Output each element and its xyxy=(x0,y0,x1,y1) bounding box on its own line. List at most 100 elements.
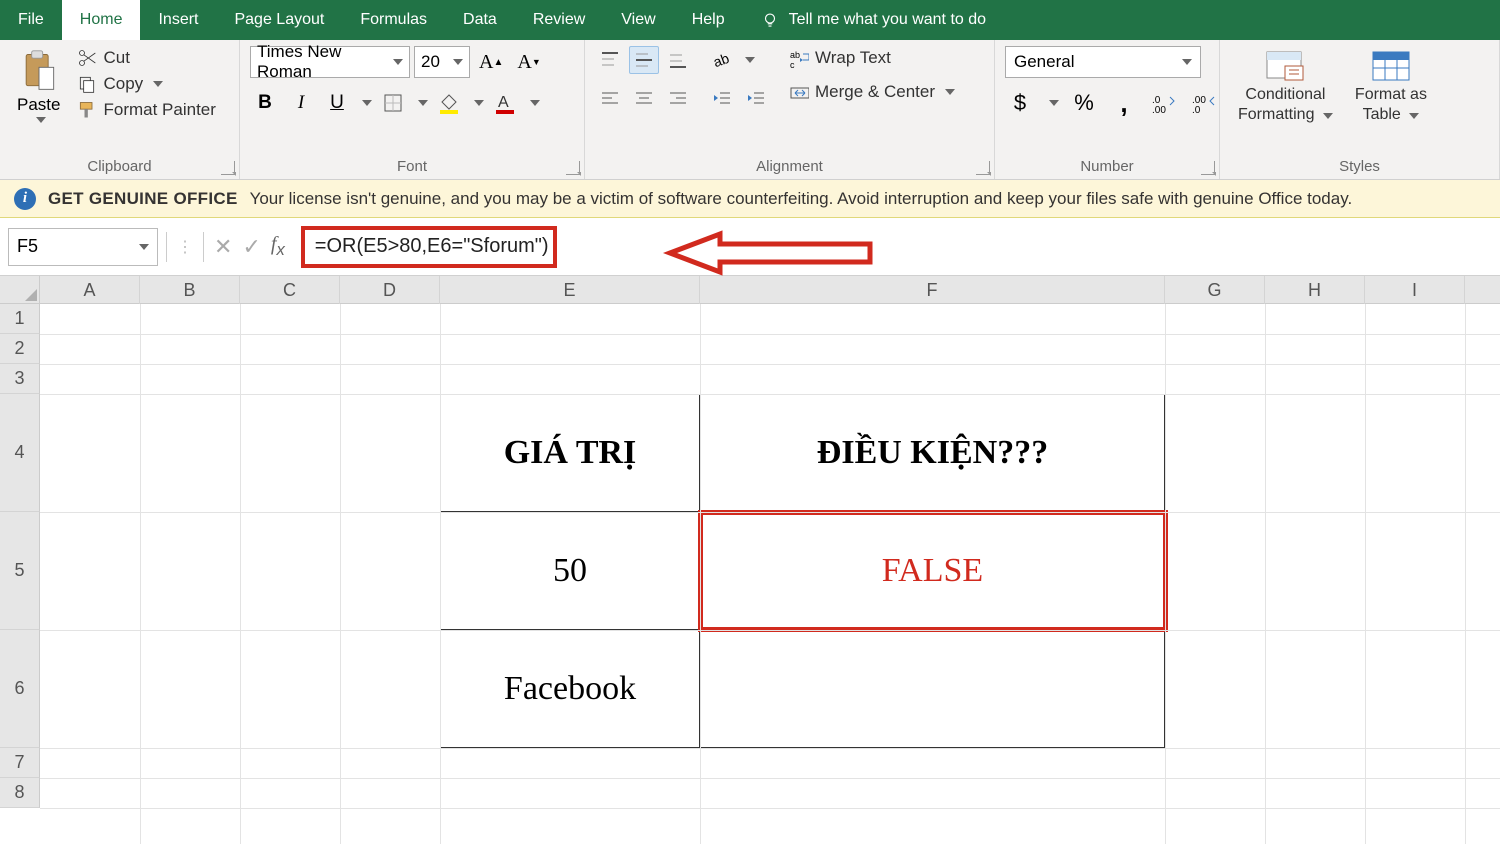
row-header-3[interactable]: 3 xyxy=(0,364,40,394)
group-label-clipboard: Clipboard xyxy=(10,156,229,177)
chevron-down-icon[interactable] xyxy=(418,100,428,106)
tab-home[interactable]: Home xyxy=(62,0,141,40)
row-header-8[interactable]: 8 xyxy=(0,778,40,808)
row-header-5[interactable]: 5 xyxy=(0,512,40,630)
font-launcher[interactable] xyxy=(566,161,580,175)
chevron-down-icon[interactable] xyxy=(745,57,755,63)
accept-formula-button[interactable]: ✓ xyxy=(242,234,260,260)
align-top-button[interactable] xyxy=(595,46,625,74)
cells-area[interactable]: GIÁ TRỊ ĐIỀU KIỆN??? 50 FALSE Facebook xyxy=(40,304,1500,844)
decrease-indent-button[interactable] xyxy=(707,84,737,112)
underline-button[interactable]: U xyxy=(322,88,352,118)
tab-page-layout[interactable]: Page Layout xyxy=(216,0,342,40)
orientation-button[interactable]: ab xyxy=(707,46,737,74)
table-icon xyxy=(1369,48,1413,84)
percent-button[interactable]: % xyxy=(1069,88,1099,118)
row-header-4[interactable]: 4 xyxy=(0,394,40,512)
conditional-formatting-icon xyxy=(1263,48,1307,84)
fill-color-button[interactable] xyxy=(434,88,464,118)
row-header-1[interactable]: 1 xyxy=(0,304,40,334)
cut-button[interactable]: Cut xyxy=(73,46,219,70)
format-painter-button[interactable]: Format Painter xyxy=(73,98,219,122)
merge-icon xyxy=(789,82,809,102)
font-family-value: Times New Roman xyxy=(257,42,381,82)
chevron-down-icon xyxy=(139,244,149,250)
chevron-down-icon xyxy=(1323,113,1333,119)
select-all-corner[interactable] xyxy=(0,276,40,304)
merge-center-button[interactable]: Merge & Center xyxy=(785,80,959,104)
cell-e5[interactable]: 50 xyxy=(440,512,700,630)
increase-font-button[interactable]: A▲ xyxy=(474,48,508,77)
accounting-format-button[interactable]: $ xyxy=(1005,88,1035,118)
align-bottom-button[interactable] xyxy=(663,46,693,74)
spreadsheet-grid[interactable]: 12345678 ABCDEFGHI GIÁ TRỊ ĐIỀU KIỆN??? … xyxy=(0,276,1500,844)
tab-file[interactable]: File xyxy=(0,0,62,40)
comma-style-button[interactable]: , xyxy=(1109,88,1139,118)
arrow-annotation xyxy=(660,224,880,287)
decrease-decimal-button[interactable]: .00.0 xyxy=(1189,88,1219,118)
cell-f6[interactable] xyxy=(700,630,1165,748)
copy-icon xyxy=(77,74,97,94)
tab-formulas[interactable]: Formulas xyxy=(342,0,445,40)
menu-dots-icon[interactable]: ⋮ xyxy=(177,237,193,257)
format-as-table-button[interactable]: Format as Table xyxy=(1347,46,1435,126)
number-format-select[interactable]: General xyxy=(1005,46,1201,78)
format-painter-label: Format Painter xyxy=(103,100,215,120)
font-size-select[interactable]: 20 xyxy=(414,46,470,78)
fx-icon[interactable]: fx xyxy=(271,233,285,260)
wrap-text-button[interactable]: abc Wrap Text xyxy=(785,46,959,70)
row-header-2[interactable]: 2 xyxy=(0,334,40,364)
copy-button[interactable]: Copy xyxy=(73,72,219,96)
cell-e4[interactable]: GIÁ TRỊ xyxy=(440,394,700,512)
increase-decimal-button[interactable]: .0.00 xyxy=(1149,88,1179,118)
svg-text:A: A xyxy=(498,94,509,111)
group-font: Times New Roman 20 A▲ A▼ B I U A Font xyxy=(240,40,585,179)
borders-button[interactable] xyxy=(378,88,408,118)
decrease-font-button[interactable]: A▼ xyxy=(512,48,545,77)
number-launcher[interactable] xyxy=(1201,161,1215,175)
col-header-B[interactable]: B xyxy=(140,276,240,304)
tab-insert[interactable]: Insert xyxy=(140,0,216,40)
cell-f4[interactable]: ĐIỀU KIỆN??? xyxy=(700,394,1165,512)
clipboard-launcher[interactable] xyxy=(221,161,235,175)
font-family-select[interactable]: Times New Roman xyxy=(250,46,410,78)
conditional-formatting-button[interactable]: Conditional Formatting xyxy=(1230,46,1341,126)
italic-button[interactable]: I xyxy=(286,88,316,118)
align-center-button[interactable] xyxy=(629,84,659,112)
bold-button[interactable]: B xyxy=(250,88,280,118)
formula-input[interactable]: =OR(E5>80,E6="Sforum") xyxy=(301,226,557,268)
name-box[interactable]: F5 xyxy=(8,228,158,266)
cell-e6[interactable]: Facebook xyxy=(440,630,700,748)
align-top-icon xyxy=(600,50,620,70)
col-header-A[interactable]: A xyxy=(40,276,140,304)
col-header-D[interactable]: D xyxy=(340,276,440,304)
chevron-down-icon[interactable] xyxy=(474,100,484,106)
align-right-button[interactable] xyxy=(663,84,693,112)
tab-view[interactable]: View xyxy=(603,0,673,40)
paste-button[interactable]: Paste xyxy=(10,46,67,126)
col-header-H[interactable]: H xyxy=(1265,276,1365,304)
chevron-down-icon[interactable] xyxy=(362,100,372,106)
row-header-7[interactable]: 7 xyxy=(0,748,40,778)
align-middle-button[interactable] xyxy=(629,46,659,74)
tab-help[interactable]: Help xyxy=(674,0,743,40)
name-box-value: F5 xyxy=(17,236,38,257)
increase-indent-button[interactable] xyxy=(741,84,771,112)
col-header-C[interactable]: C xyxy=(240,276,340,304)
align-left-button[interactable] xyxy=(595,84,625,112)
font-color-button[interactable]: A xyxy=(490,88,520,118)
chevron-down-icon[interactable] xyxy=(530,100,540,106)
increase-decimal-icon: .0.00 xyxy=(1152,93,1176,113)
col-header-G[interactable]: G xyxy=(1165,276,1265,304)
chevron-down-icon xyxy=(1182,59,1192,65)
cancel-formula-button[interactable]: ✕ xyxy=(214,234,232,260)
alignment-launcher[interactable] xyxy=(976,161,990,175)
paintbrush-icon xyxy=(77,100,97,120)
tab-data[interactable]: Data xyxy=(445,0,515,40)
font-size-value: 20 xyxy=(421,52,440,72)
tab-review[interactable]: Review xyxy=(515,0,603,40)
chevron-down-icon[interactable] xyxy=(1049,100,1059,106)
tell-me[interactable]: Tell me what you want to do xyxy=(743,0,1004,40)
col-header-I[interactable]: I xyxy=(1365,276,1465,304)
row-header-6[interactable]: 6 xyxy=(0,630,40,748)
